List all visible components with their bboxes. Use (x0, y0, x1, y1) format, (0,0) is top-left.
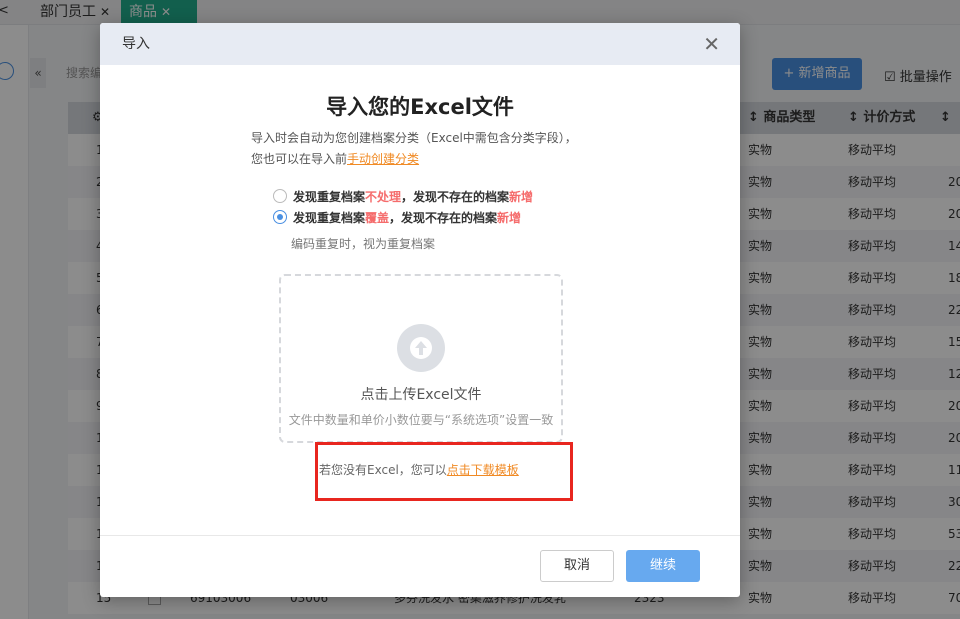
radio-overwrite[interactable] (273, 210, 287, 224)
template-prefix: 若您没有Excel，您可以 (319, 463, 447, 477)
option-label: 发现重复档案不处理，发现不存在的档案新增 (293, 190, 534, 204)
import-description: 导入时会自动为您创建档案分类（Excel中需包含分类字段）， (251, 131, 577, 145)
download-template-link[interactable]: 点击下载模板 (447, 463, 519, 477)
duplicate-hint: 编码重复时，视为重复档案 (291, 237, 436, 251)
dialog-title: 导入 (122, 36, 150, 52)
import-heading: 导入您的Excel文件 (326, 95, 514, 119)
cancel-button[interactable]: 取消 (540, 550, 614, 582)
upload-title: 点击上传Excel文件 (360, 387, 482, 403)
option-label: 发现重复档案覆盖，发现不存在的档案新增 (293, 211, 522, 225)
close-icon[interactable]: ✕ (703, 23, 720, 65)
import-dialog: 导入 ✕ 导入您的Excel文件 导入时会自动为您创建档案分类（Excel中需包… (100, 23, 740, 597)
upload-icon (397, 324, 445, 372)
create-category-link[interactable]: 手动创建分类 (347, 152, 419, 166)
radio-skip[interactable] (273, 189, 287, 203)
dialog-header: 导入 ✕ (100, 23, 740, 65)
continue-button[interactable]: 继续 (626, 550, 700, 582)
import-description-2: 您也可以在导入前手动创建分类 (251, 150, 419, 167)
desc-prefix: 您也可以在导入前 (251, 152, 348, 166)
template-download-line: 若您没有Excel，您可以点击下载模板 (319, 461, 519, 478)
upload-note: 文件中数量和单价小数位要与“系统选项”设置一致 (288, 413, 554, 427)
upload-dropzone[interactable]: 点击上传Excel文件 文件中数量和单价小数位要与“系统选项”设置一致 (279, 274, 563, 443)
dialog-footer-divider (100, 535, 740, 536)
